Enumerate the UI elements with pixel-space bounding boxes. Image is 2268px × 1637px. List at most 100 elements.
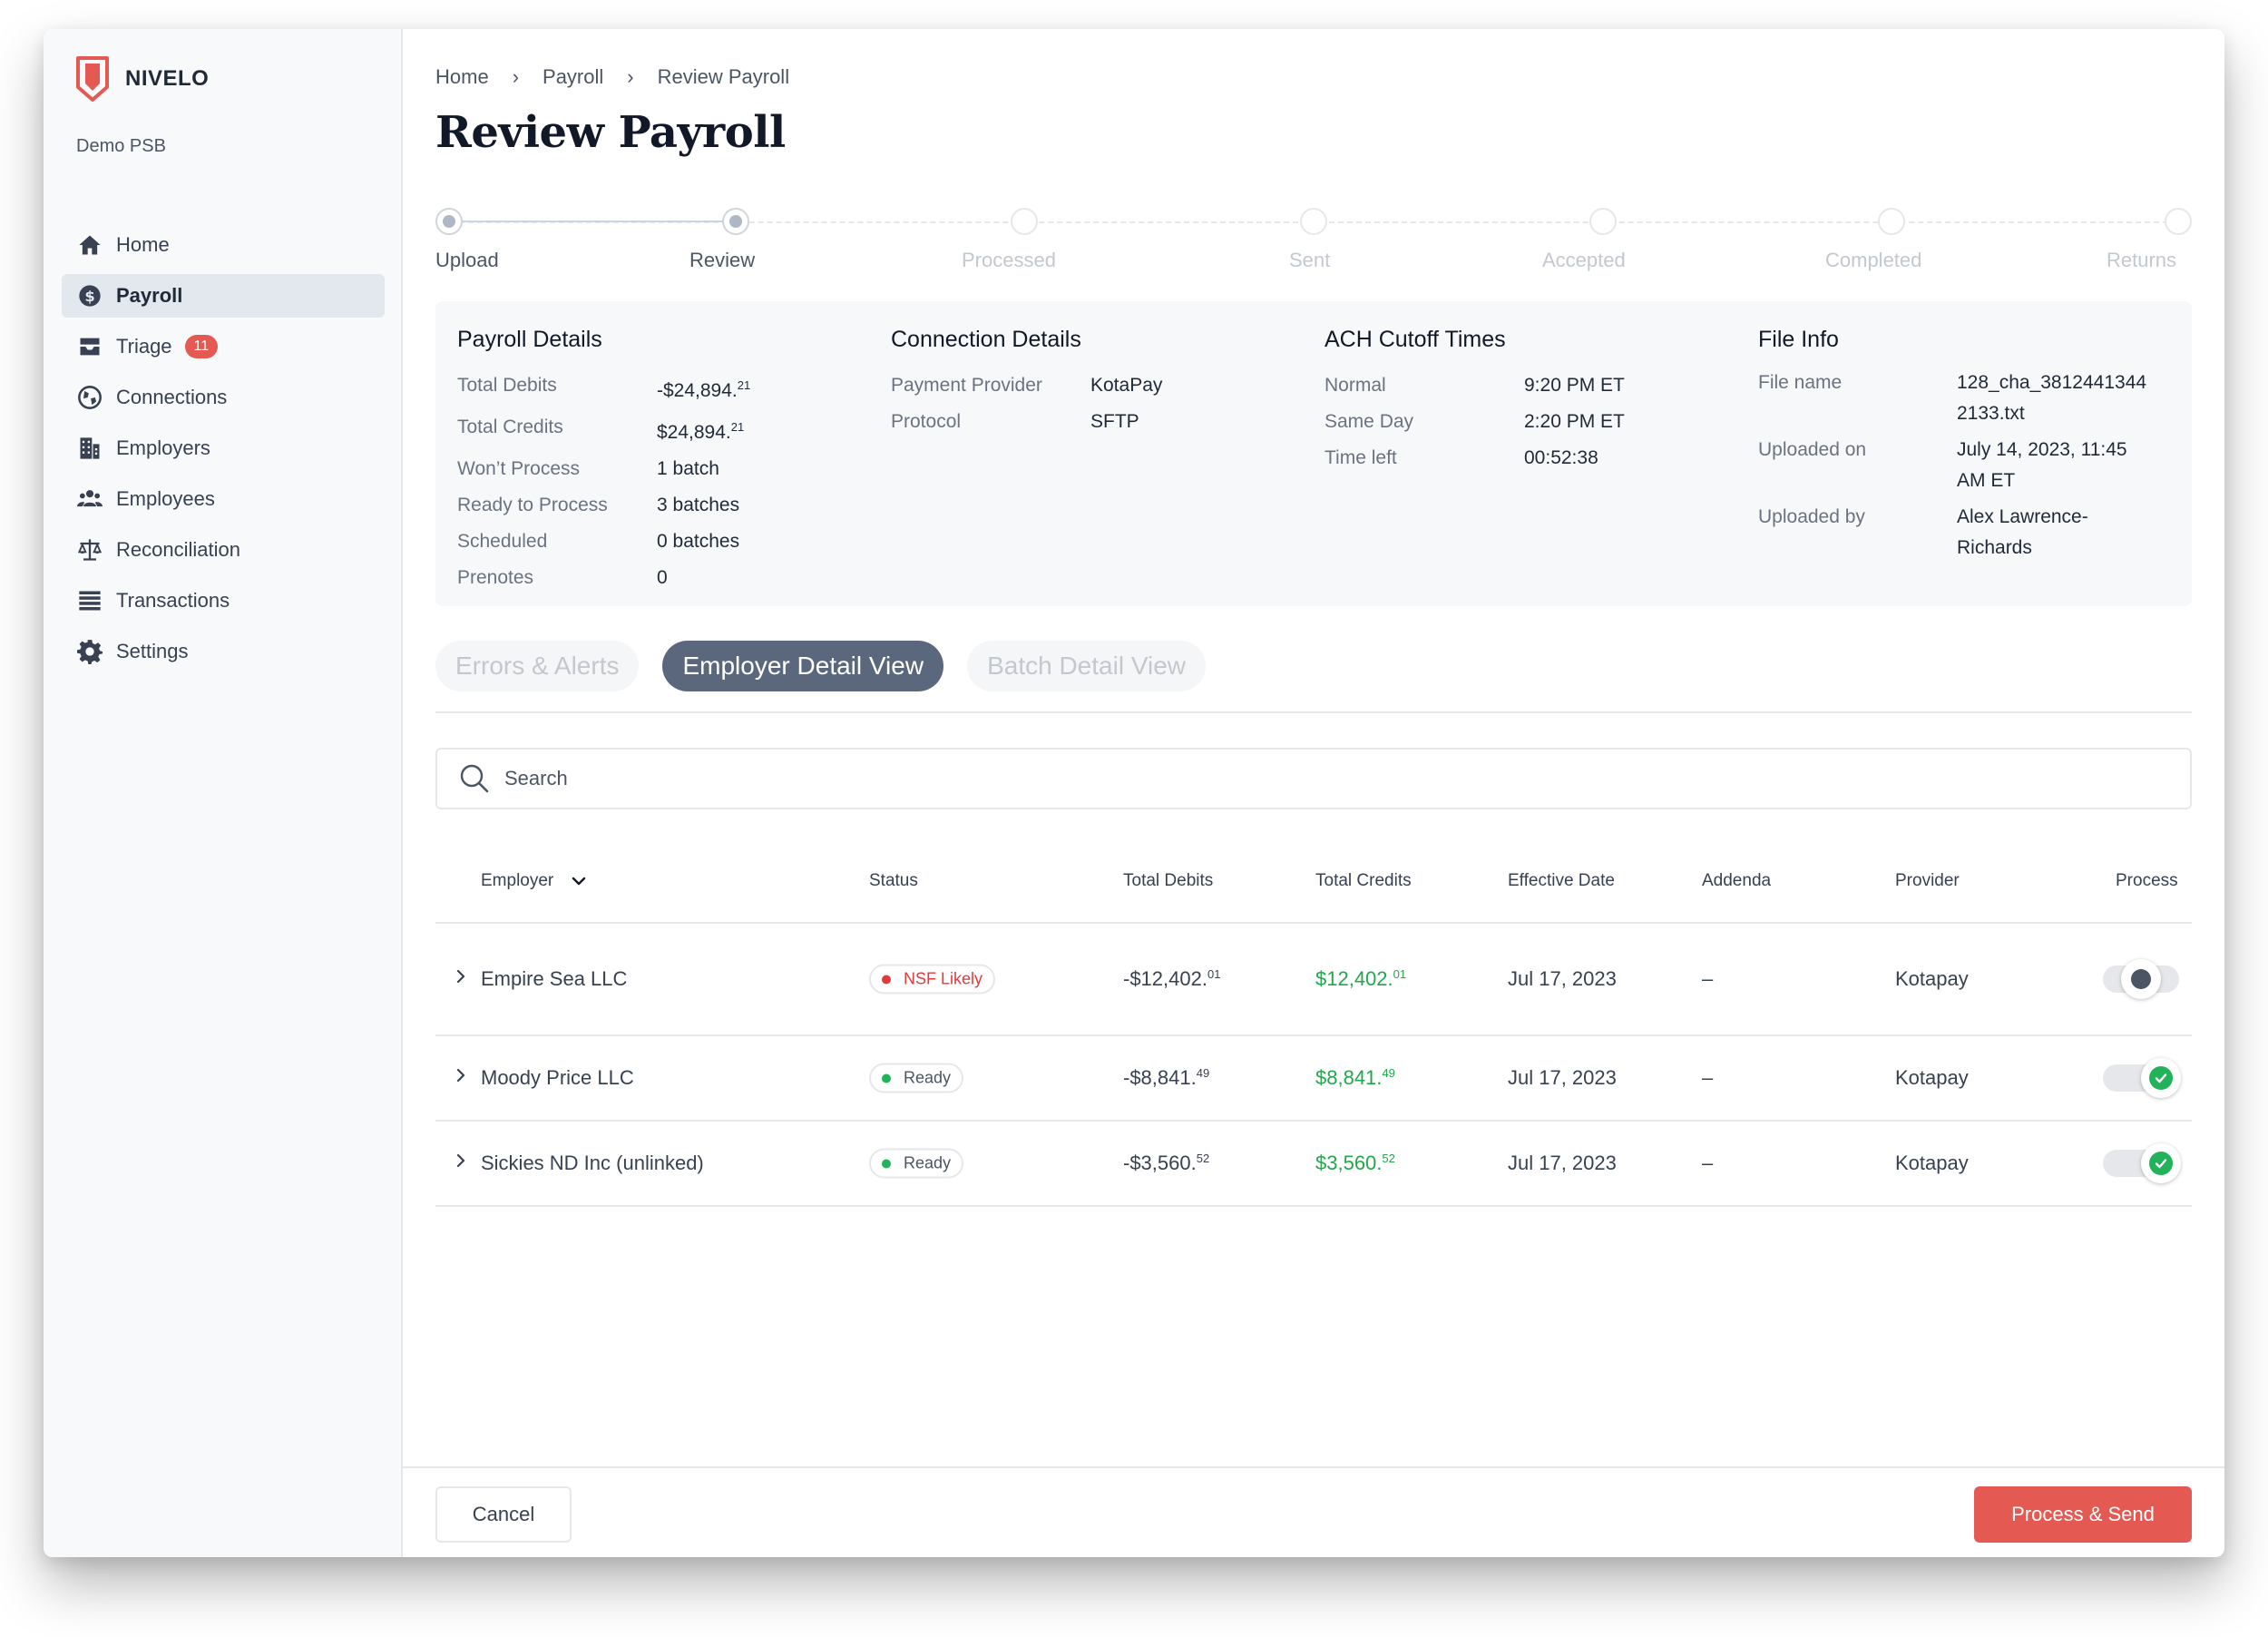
check-icon (2149, 1066, 2173, 1090)
uploaded-by-link[interactable]: Alex Lawrence- Richards (1957, 502, 2088, 564)
expand-row-button[interactable] (452, 1066, 470, 1090)
status-cell: Ready (869, 1063, 964, 1093)
sidebar-item-reconciliation[interactable]: Reconciliation (62, 528, 385, 572)
sidebar-item-connections[interactable]: Connections (62, 376, 385, 419)
logo[interactable]: NIVELO (76, 56, 209, 102)
org-name: Demo PSB (76, 136, 166, 156)
file-info-section: File Info File name 128_cha_3812441344 2… (1758, 327, 2146, 564)
sidebar-item-settings[interactable]: Settings (62, 630, 385, 673)
field-label: Payment Provider (891, 375, 1042, 396)
step-dot (722, 208, 749, 235)
step-label: Upload (435, 249, 499, 271)
section-title: File Info (1758, 327, 1839, 352)
step-dot (1878, 208, 1905, 235)
status-badge: Ready (869, 1148, 964, 1179)
sidebar-item-payroll[interactable]: $ Payroll (62, 274, 385, 318)
sidebar-item-employees[interactable]: Employees (62, 477, 385, 521)
field-label: Scheduled (457, 531, 548, 552)
table-row[interactable]: Sickies ND Inc (unlinked) Ready -$3,560.… (435, 1122, 2192, 1207)
addenda-cell: – (1702, 1152, 1714, 1174)
progress-stepper: Upload Review Processed Sent Accepted Co… (435, 207, 2192, 279)
app-window: NIVELO Demo PSB Home $ Payroll Triage 11… (44, 29, 2224, 1557)
tab-batch-detail-view[interactable]: Batch Detail View (967, 641, 1207, 691)
column-header-employer[interactable]: Employer (481, 871, 588, 891)
shield-logo-icon (76, 56, 109, 102)
breadcrumb-current: Review Payroll (657, 65, 790, 88)
field-label: Ready to Process (457, 495, 608, 515)
process-toggle[interactable] (2103, 959, 2179, 999)
scale-icon (76, 536, 103, 564)
breadcrumb-payroll[interactable]: Payroll (543, 65, 603, 89)
cancel-button[interactable]: Cancel (435, 1486, 572, 1543)
amount-main: $8,841. (1315, 1066, 1383, 1089)
breadcrumb-home[interactable]: Home (435, 65, 489, 89)
sidebar-item-employers[interactable]: Employers (62, 426, 385, 470)
step-dot (1011, 208, 1038, 235)
column-header-addenda: Addenda (1702, 871, 1772, 890)
amount-main: -$3,560. (1123, 1152, 1197, 1174)
sidebar-item-home[interactable]: Home (62, 223, 385, 267)
page-title: Review Payroll (435, 107, 786, 158)
column-header-effective-date: Effective Date (1508, 871, 1615, 890)
sidebar-item-label: Transactions (116, 589, 230, 612)
status-dot (882, 975, 891, 984)
status-cell: Ready (869, 1148, 964, 1179)
sidebar-item-label: Triage (116, 335, 172, 358)
table-row[interactable]: Empire Sea LLC NSF Likely -$12,402.01 $1… (435, 924, 2192, 1036)
process-toggle[interactable] (2103, 1058, 2181, 1098)
triage-count-badge: 11 (184, 335, 219, 358)
total-credits-cell: $12,402.01 (1315, 967, 1406, 991)
provider-cell: Kotapay (1895, 1152, 1969, 1174)
total-debits-cell: -$8,841.49 (1123, 1066, 1209, 1090)
process-cell (2103, 1058, 2181, 1098)
amount-main: -$8,841. (1123, 1066, 1197, 1089)
tab-employer-detail-view[interactable]: Employer Detail View (662, 641, 944, 691)
toggle-knob (2141, 1058, 2181, 1098)
chevron-right-icon (456, 969, 465, 984)
amount-cents: 01 (1207, 967, 1221, 981)
field-label: Uploaded on (1758, 439, 1867, 460)
process-toggle[interactable] (2103, 1143, 2181, 1183)
column-label: Employer (481, 871, 554, 890)
ready-value: 3 batches (657, 495, 740, 515)
amount-main: $3,560. (1315, 1152, 1383, 1174)
amount-cents: 52 (1382, 1152, 1395, 1165)
sidebar-item-label: Payroll (116, 284, 183, 307)
sidebar-item-label: Home (116, 233, 170, 256)
chevron-right-icon (456, 1153, 465, 1168)
toggle-knob (2141, 1143, 2181, 1183)
amount-cents: 49 (1196, 1066, 1210, 1080)
section-title: ACH Cutoff Times (1325, 327, 1506, 352)
employer-name: Sickies ND Inc (unlinked) (481, 1152, 704, 1174)
step-label: Sent (1289, 249, 1331, 271)
sidebar-item-label: Connections (116, 386, 228, 408)
field-label: Time left (1325, 447, 1397, 468)
scheduled-value: 0 batches (657, 531, 740, 552)
field-label: Won’t Process (457, 458, 580, 479)
users-icon (76, 485, 103, 513)
tab-errors-alerts[interactable]: Errors & Alerts (435, 641, 640, 691)
column-header-provider: Provider (1895, 871, 1960, 890)
table-row[interactable]: Moody Price LLC Ready -$8,841.49 $8,841.… (435, 1036, 2192, 1122)
dollar-circle-icon: $ (76, 282, 103, 309)
process-cell (2103, 959, 2179, 999)
sidebar-item-triage[interactable]: Triage 11 (62, 325, 385, 368)
amount-main: -$24,894. (657, 380, 738, 401)
payroll-summary-panel: Payroll Details Total Debits -$24,894.21 … (435, 301, 2192, 606)
process-and-send-button[interactable]: Process & Send (1974, 1486, 2192, 1543)
sidebar-item-transactions[interactable]: Transactions (62, 579, 385, 622)
step-label: Accepted (1542, 249, 1626, 271)
column-header-process: Process (2116, 871, 2178, 890)
search-input[interactable] (504, 767, 2137, 790)
table-header: Employer Status Total Debits Total Credi… (435, 857, 2192, 924)
expand-row-button[interactable] (452, 1152, 470, 1175)
chevron-down-icon (572, 877, 586, 886)
toggle-off-indicator (2131, 969, 2151, 989)
addenda-cell: – (1702, 967, 1714, 990)
total-credits-value: $24,894.21 (657, 409, 744, 451)
process-cell (2103, 1143, 2181, 1183)
expand-row-button[interactable] (452, 967, 470, 991)
step-label: Returns (2107, 249, 2177, 271)
amount-main: $24,894. (657, 422, 731, 443)
status-text: NSF Likely (904, 969, 983, 988)
